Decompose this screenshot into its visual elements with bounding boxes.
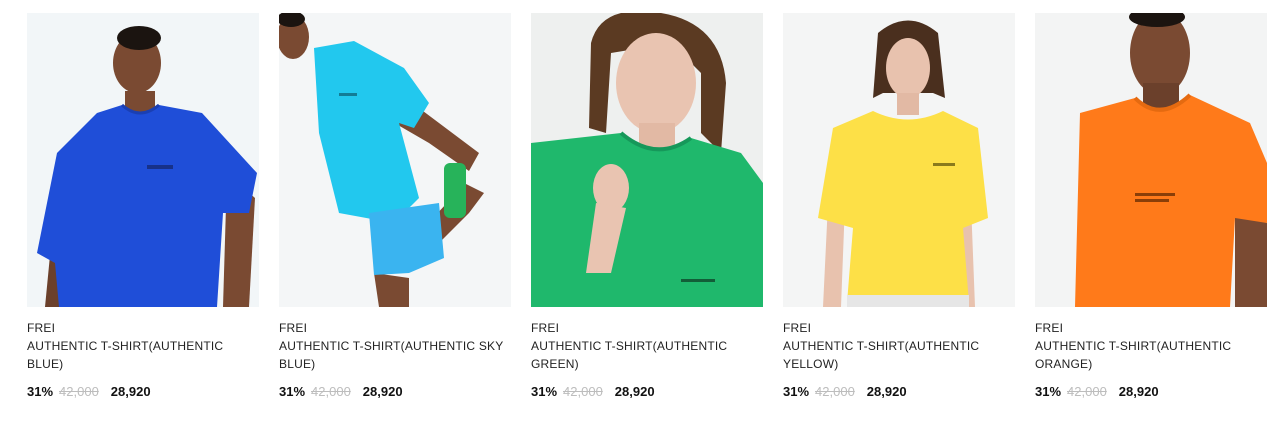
- discount-rate: 31%: [27, 384, 54, 399]
- product-brand[interactable]: FREI: [531, 319, 763, 337]
- product-brand[interactable]: FREI: [1035, 319, 1267, 337]
- product-card[interactable]: FREI AUTHENTIC T-SHIRT(AUTHENTIC ORANGE)…: [1035, 13, 1267, 401]
- discount-rate: 31%: [783, 384, 810, 399]
- product-name[interactable]: AUTHENTIC T-SHIRT(AUTHENTIC GREEN): [531, 337, 763, 373]
- product-image[interactable]: [531, 13, 763, 307]
- product-image[interactable]: [783, 13, 1015, 307]
- original-price: 42,000: [59, 384, 99, 399]
- product-image[interactable]: [1035, 13, 1267, 307]
- product-card[interactable]: FREI AUTHENTIC T-SHIRT(AUTHENTIC YELLOW)…: [783, 13, 1015, 401]
- product-name[interactable]: AUTHENTIC T-SHIRT(AUTHENTIC ORANGE): [1035, 337, 1267, 373]
- product-image[interactable]: [27, 13, 259, 307]
- discount-rate: 31%: [279, 384, 306, 399]
- product-card[interactable]: FREI AUTHENTIC T-SHIRT(AUTHENTIC SKY BLU…: [279, 13, 511, 401]
- price-row: 31% 42,000 28,920: [531, 383, 763, 401]
- product-photo-blue: [27, 13, 259, 307]
- product-name[interactable]: AUTHENTIC T-SHIRT(AUTHENTIC SKY BLUE): [279, 337, 511, 373]
- product-image[interactable]: [279, 13, 511, 307]
- sale-price: 28,920: [614, 384, 655, 399]
- product-photo-green: [531, 13, 763, 307]
- sale-price: 28,920: [362, 384, 403, 399]
- product-brand[interactable]: FREI: [27, 319, 259, 337]
- original-price: 42,000: [563, 384, 603, 399]
- product-card[interactable]: FREI AUTHENTIC T-SHIRT(AUTHENTIC GREEN) …: [531, 13, 763, 401]
- discount-rate: 31%: [531, 384, 558, 399]
- sale-price: 28,920: [866, 384, 907, 399]
- original-price: 42,000: [311, 384, 351, 399]
- product-photo-sky-blue: [279, 13, 511, 307]
- price-row: 31% 42,000 28,920: [1035, 383, 1267, 401]
- product-brand[interactable]: FREI: [783, 319, 1015, 337]
- product-card[interactable]: FREI AUTHENTIC T-SHIRT(AUTHENTIC BLUE) 3…: [27, 13, 259, 401]
- product-brand[interactable]: FREI: [279, 319, 511, 337]
- price-row: 31% 42,000 28,920: [27, 383, 259, 401]
- product-name[interactable]: AUTHENTIC T-SHIRT(AUTHENTIC BLUE): [27, 337, 259, 373]
- price-row: 31% 42,000 28,920: [783, 383, 1015, 401]
- discount-rate: 31%: [1035, 384, 1062, 399]
- price-row: 31% 42,000 28,920: [279, 383, 511, 401]
- product-photo-orange: [1035, 13, 1267, 307]
- product-name[interactable]: AUTHENTIC T-SHIRT(AUTHENTIC YELLOW): [783, 337, 1015, 373]
- original-price: 42,000: [815, 384, 855, 399]
- product-grid: FREI AUTHENTIC T-SHIRT(AUTHENTIC BLUE) 3…: [0, 0, 1282, 425]
- sale-price: 28,920: [110, 384, 151, 399]
- sale-price: 28,920: [1118, 384, 1159, 399]
- product-photo-yellow: [783, 13, 1015, 307]
- original-price: 42,000: [1067, 384, 1107, 399]
